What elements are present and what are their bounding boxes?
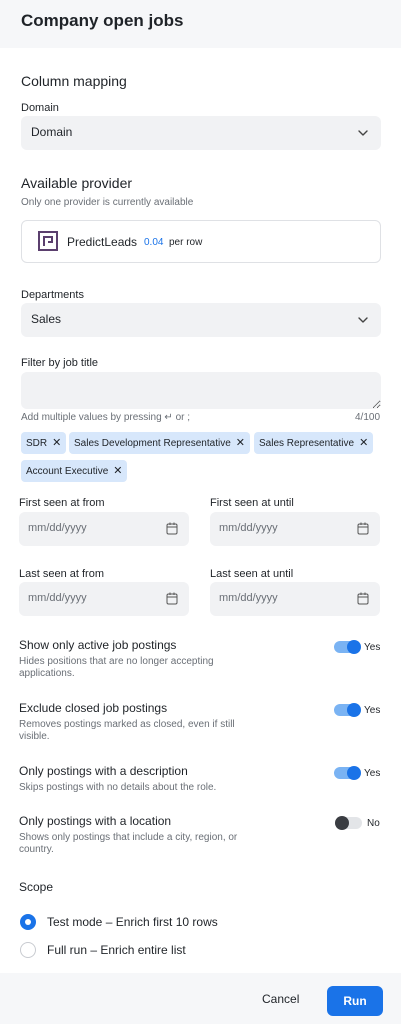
predictleads-logo-icon xyxy=(38,231,58,251)
toggle-knob xyxy=(347,766,361,780)
toggle-knob xyxy=(347,703,361,717)
domain-label: Domain xyxy=(21,102,59,114)
last-seen-from-input[interactable]: mm/dd/yyyy xyxy=(19,582,189,616)
job-title-filter-count: 4/100 xyxy=(355,412,381,423)
job-title-filter-input[interactable] xyxy=(21,372,381,409)
provider-subtitle: Only one provider is currently available xyxy=(21,197,194,208)
chevron-down-icon xyxy=(358,130,368,136)
chip-label: SDR xyxy=(26,437,48,449)
toggle-knob xyxy=(347,640,361,654)
run-button[interactable]: Run xyxy=(327,986,383,1016)
option-description: Removes postings marked as closed, even … xyxy=(19,719,235,742)
option-description: Shows only postings that include a city,… xyxy=(19,832,238,855)
close-icon[interactable]: ✕ xyxy=(113,465,122,477)
departments-label: Departments xyxy=(21,289,84,301)
first-seen-until-label: First seen at until xyxy=(210,497,294,509)
job-title-chip: Sales Development Representative ✕ xyxy=(69,432,250,454)
option-title: Show only active job postings xyxy=(19,638,177,652)
first-seen-until-input[interactable]: mm/dd/yyyy xyxy=(210,512,380,546)
close-icon[interactable]: ✕ xyxy=(236,437,245,449)
provider-name: PredictLeads xyxy=(67,235,138,249)
option-title: Only postings with a description xyxy=(19,764,188,778)
first-seen-from-label: First seen at from xyxy=(19,497,105,509)
departments-select-value: Sales xyxy=(31,312,62,326)
scope-title: Scope xyxy=(19,880,54,894)
test-mode-label[interactable]: Test mode – Enrich first 10 rows xyxy=(47,915,218,929)
job-title-filter-hint: Add multiple values by pressing ↵ or ; xyxy=(21,412,191,423)
departments-select[interactable]: Sales xyxy=(21,303,381,337)
chevron-down-icon xyxy=(358,317,368,323)
chip-label: Account Executive xyxy=(26,465,109,477)
calendar-icon[interactable] xyxy=(357,592,369,605)
domain-select[interactable]: Domain xyxy=(21,116,381,150)
last-seen-until-label: Last seen at until xyxy=(210,568,294,580)
full-run-label[interactable]: Full run – Enrich entire list xyxy=(47,943,186,957)
location-only-toggle[interactable] xyxy=(335,816,362,830)
column-mapping-title: Column mapping xyxy=(21,73,127,89)
job-title-chip: SDR ✕ xyxy=(21,432,67,454)
active-postings-toggle[interactable] xyxy=(334,640,361,654)
domain-select-value: Domain xyxy=(31,125,73,139)
modal-header: Company open jobs xyxy=(0,0,401,48)
date-placeholder: mm/dd/yyyy xyxy=(219,522,278,534)
page-title: Company open jobs xyxy=(21,11,184,30)
option-title: Exclude closed job postings xyxy=(19,701,168,715)
toggle-state: No xyxy=(367,818,380,829)
provider-price-unit: per row xyxy=(169,237,203,248)
toggle-state: Yes xyxy=(364,642,381,653)
provider-price: 0.04 xyxy=(144,237,164,248)
available-provider-title: Available provider xyxy=(21,175,133,191)
first-seen-from-input[interactable]: mm/dd/yyyy xyxy=(19,512,189,546)
option-description: Hides positions that are no longer accep… xyxy=(19,656,214,679)
close-icon[interactable]: ✕ xyxy=(359,437,368,449)
chip-label: Sales Representative xyxy=(259,437,355,449)
date-placeholder: mm/dd/yyyy xyxy=(219,592,278,604)
toggle-state: Yes xyxy=(364,705,381,716)
close-icon[interactable]: ✕ xyxy=(52,437,61,449)
date-placeholder: mm/dd/yyyy xyxy=(28,592,87,604)
job-title-chip: Account Executive ✕ xyxy=(21,460,128,482)
description-only-toggle[interactable] xyxy=(334,766,361,780)
provider-card[interactable]: PredictLeads 0.04 per row xyxy=(21,220,381,263)
option-title: Only postings with a location xyxy=(19,814,172,828)
calendar-icon[interactable] xyxy=(357,522,369,535)
calendar-icon[interactable] xyxy=(166,592,178,605)
job-title-chip: Sales Representative ✕ xyxy=(254,432,374,454)
toggle-state: Yes xyxy=(364,768,381,779)
job-title-filter-label: Filter by job title xyxy=(21,357,99,369)
last-seen-from-label: Last seen at from xyxy=(19,568,104,580)
exclude-closed-toggle[interactable] xyxy=(334,703,361,717)
toggle-knob xyxy=(335,816,349,830)
last-seen-until-input[interactable]: mm/dd/yyyy xyxy=(210,582,380,616)
date-placeholder: mm/dd/yyyy xyxy=(28,522,87,534)
calendar-icon[interactable] xyxy=(166,522,178,535)
cancel-button[interactable]: Cancel xyxy=(262,992,299,1006)
option-description: Skips postings with no details about the… xyxy=(19,782,217,793)
test-mode-radio[interactable] xyxy=(20,914,36,930)
chip-label: Sales Development Representative xyxy=(74,437,231,449)
full-run-radio[interactable] xyxy=(20,942,36,958)
